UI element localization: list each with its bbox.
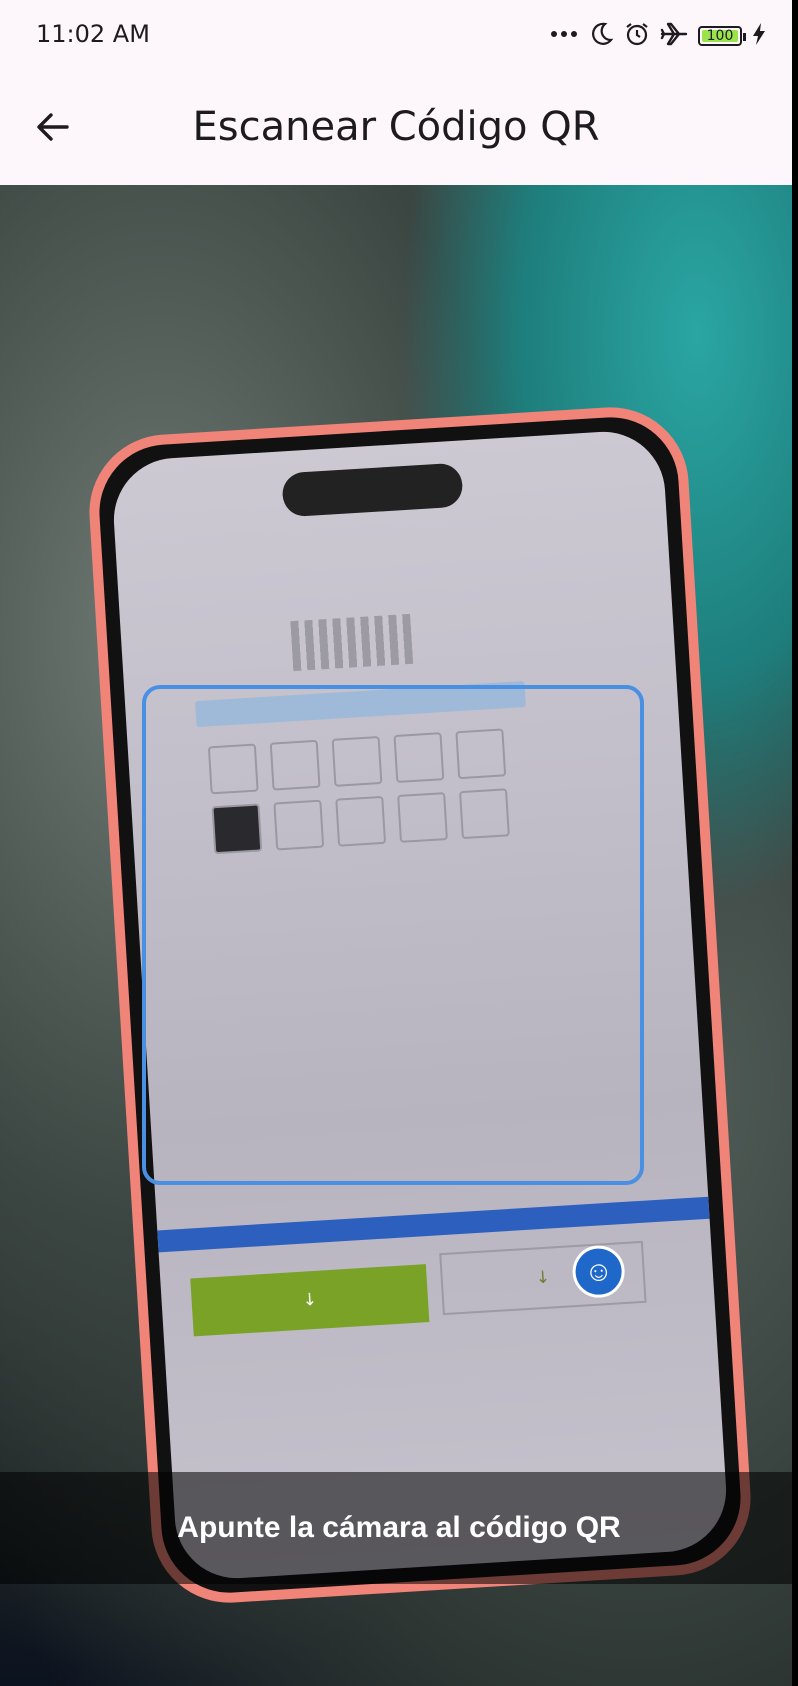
status-bar: 11:02 AM 100 — [0, 0, 792, 74]
page-title: Escanear Código QR — [192, 104, 600, 150]
camera-preview: ↓ ↓ ☺ — [0, 185, 792, 1686]
status-icons: 100 — [550, 18, 766, 54]
more-dots-icon — [550, 27, 578, 45]
charging-bolt-icon — [752, 22, 766, 51]
airplane-icon — [660, 20, 688, 53]
moon-icon — [588, 21, 614, 52]
battery-level: 100 — [706, 28, 734, 44]
scan-frame — [142, 685, 644, 1185]
status-time: 11:02 AM — [36, 20, 150, 48]
alarm-icon — [624, 21, 650, 52]
app-bar: Escanear Código QR — [0, 74, 792, 185]
battery-icon: 100 — [698, 26, 746, 46]
scan-instruction: Apunte la cámara al código QR — [177, 1511, 621, 1544]
